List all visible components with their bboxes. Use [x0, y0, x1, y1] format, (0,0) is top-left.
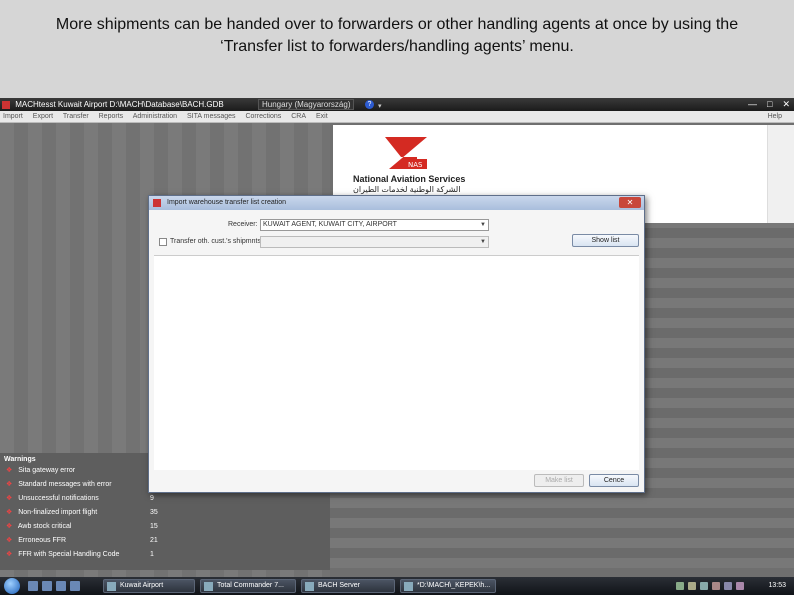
menu-item-corrections[interactable]: Corrections — [245, 113, 281, 120]
quicklaunch-folder-icon[interactable] — [42, 581, 52, 591]
menu-item-sita-messages[interactable]: SITA messages — [187, 113, 236, 120]
help-icon[interactable]: ? — [365, 100, 374, 109]
app-icon — [204, 582, 213, 591]
cancel-button[interactable]: Cence — [589, 474, 639, 487]
warning-label: FFR with Special Handling Code — [18, 551, 120, 558]
dialog-body: Receiver: KUWAIT AGENT, KUWAIT CITY, AIR… — [149, 210, 644, 492]
warning-count: 1 — [150, 551, 154, 558]
show-list-button[interactable]: Show list — [572, 234, 639, 247]
warning-label: Erroneous FFR — [18, 537, 67, 544]
transfer-list-area[interactable] — [154, 255, 639, 470]
warning-icon: ❖ — [6, 509, 13, 516]
warning-row[interactable]: ❖ Non-finalized import flight 35 — [0, 506, 330, 520]
quicklaunch-browser-icon[interactable] — [56, 581, 66, 591]
app-icon — [107, 582, 116, 591]
network-icon[interactable] — [676, 582, 684, 590]
transfer-other-checkbox[interactable] — [159, 238, 167, 246]
receiver-select[interactable]: KUWAIT AGENT, KUWAIT CITY, AIRPORT ▼ — [260, 219, 489, 231]
menu-item-transfer[interactable]: Transfer — [63, 113, 89, 120]
quicklaunch-app-icon[interactable] — [70, 581, 80, 591]
maximize-button[interactable]: □ — [767, 99, 772, 110]
warning-count: 9 — [150, 495, 154, 502]
transfer-other-label: Transfer oth. cust.'s shipmnts: — [170, 238, 263, 245]
task-total-commander[interactable]: Total Commander 7... — [200, 579, 296, 593]
warning-icon: ❖ — [6, 481, 13, 488]
caption-line-1: More shipments can be handed over to for… — [55, 16, 739, 33]
minimize-button[interactable]: — — [748, 99, 757, 110]
warning-row[interactable]: ❖ Awb stock critical 15 — [0, 520, 330, 534]
menu-item-export[interactable]: Export — [33, 113, 53, 120]
menu-item-import[interactable]: Import — [3, 113, 23, 120]
warning-count: 15 — [150, 523, 158, 530]
tray-app-icon[interactable] — [712, 582, 720, 590]
menu-item-cra[interactable]: CRA — [291, 113, 306, 120]
taskbar-clock[interactable]: 13:53 — [768, 577, 786, 595]
dialog-app-icon — [153, 199, 161, 207]
warning-icon: ❖ — [6, 495, 13, 502]
window-controls: — □ ✕ — [748, 99, 790, 110]
company-name: National Aviation Services — [353, 174, 466, 184]
dialog-close-button[interactable]: ✕ — [619, 197, 641, 208]
task-bach-server[interactable]: BACH Server — [301, 579, 395, 593]
taskbar: Kuwait Airport Total Commander 7... BACH… — [0, 577, 794, 595]
window-titlebar: MACHtesst Kuwait Airport D:\MACH\Databas… — [0, 98, 794, 111]
caption-line-2: ‘Transfer list to forwarders/handling ag… — [220, 38, 574, 55]
receiver-label: Receiver: — [228, 221, 258, 228]
transfer-list-dialog: Import warehouse transfer list creation … — [148, 195, 645, 493]
warning-icon: ❖ — [6, 523, 13, 530]
warning-label: Awb stock critical — [17, 523, 72, 530]
warning-row[interactable]: ❖ Erroneous FFR 21 — [0, 534, 330, 548]
tray-app-icon[interactable] — [700, 582, 708, 590]
app-icon — [2, 100, 10, 109]
transfer-other-select[interactable]: ▼ — [260, 236, 489, 248]
task-label: BACH Server — [318, 582, 361, 589]
quicklaunch-desktop-icon[interactable] — [28, 581, 38, 591]
menu-item-exit[interactable]: Exit — [316, 113, 328, 120]
dialog-title: Import warehouse transfer list creation — [167, 199, 287, 206]
warning-label: Standard messages with error — [18, 481, 112, 488]
task-label: Kuwait Airport — [120, 582, 164, 589]
task-label: *D:\MACH\_KEPEK\h... — [417, 582, 491, 589]
app-icon — [305, 582, 314, 591]
app-screenshot: MACHtesst Kuwait Airport D:\MACH\Databas… — [0, 98, 794, 595]
warning-count: 35 — [150, 509, 158, 516]
warning-row[interactable]: ❖ FFR with Special Handling Code 1 — [0, 548, 330, 562]
tray-app-icon[interactable] — [688, 582, 696, 590]
app-icon — [404, 582, 413, 591]
window-title: MACHtesst Kuwait Airport D:\MACH\Databas… — [15, 100, 224, 109]
language-selector[interactable]: Hungary (Magyarország) — [258, 99, 355, 110]
system-tray: 13:53 — [664, 577, 794, 595]
dialog-titlebar: Import warehouse transfer list creation … — [149, 196, 644, 210]
volume-icon[interactable] — [724, 582, 732, 590]
receiver-value: KUWAIT AGENT, KUWAIT CITY, AIRPORT — [263, 221, 397, 228]
nas-logo-icon: NAS — [385, 137, 427, 169]
warning-label: Unsuccessful notifications — [18, 495, 99, 502]
company-name-arabic: الشركة الوطنية لخدمات الطيران — [353, 185, 461, 194]
start-button[interactable] — [4, 578, 20, 594]
chevron-down-icon: ▼ — [480, 222, 486, 228]
chevron-down-icon: ▼ — [480, 239, 486, 245]
task-label: Total Commander 7... — [217, 582, 284, 589]
warning-label: Non-finalized import flight — [18, 509, 98, 516]
warning-label: Sita gateway error — [18, 467, 76, 474]
task-kuwait-airport[interactable]: Kuwait Airport — [103, 579, 195, 593]
make-list-button[interactable]: Make list — [534, 474, 584, 487]
tray-app-icon[interactable] — [736, 582, 744, 590]
warning-icon: ❖ — [6, 537, 13, 544]
warning-row[interactable]: ❖ Unsuccessful notifications 9 — [0, 492, 330, 506]
menu-item-help[interactable]: Help — [768, 111, 782, 123]
slide-caption: More shipments can be handed over to for… — [0, 0, 794, 98]
task-file-window[interactable]: *D:\MACH\_KEPEK\h... — [400, 579, 496, 593]
menu-item-reports[interactable]: Reports — [99, 113, 124, 120]
menu-item-administration[interactable]: Administration — [133, 113, 177, 120]
close-button[interactable]: ✕ — [782, 99, 790, 110]
warning-icon: ❖ — [6, 551, 13, 558]
vertical-scrollbar[interactable] — [767, 125, 794, 223]
warning-count: 21 — [150, 537, 158, 544]
warning-icon: ❖ — [6, 467, 13, 474]
svg-text:NAS: NAS — [408, 161, 423, 169]
menu-bar: Import Export Transfer Reports Administr… — [0, 111, 794, 123]
